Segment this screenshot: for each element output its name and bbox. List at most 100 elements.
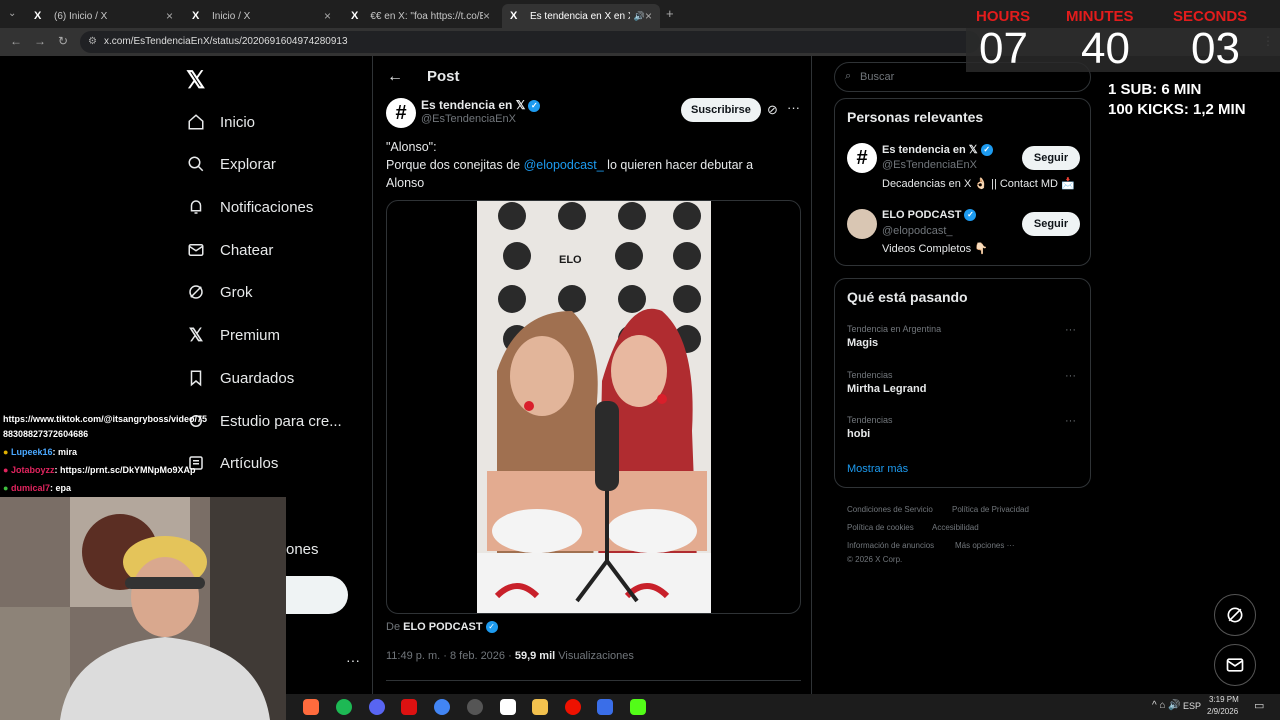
kicks-info: 100 KICKS: 1,2 MIN [1108, 101, 1246, 118]
show-more-link[interactable]: Mostrar más [847, 463, 908, 475]
browser-tab[interactable]: X €€ en X: "foa https://t.co/Ebs2l × [343, 4, 498, 28]
sub-info: 1 SUB: 6 MIN [1108, 81, 1202, 98]
badge-icon: ● [3, 465, 9, 475]
browser-tab[interactable]: X (6) Inicio / X × [26, 4, 181, 28]
nav-item-grok[interactable]: Grok [186, 278, 253, 306]
card-title: Personas relevantes [847, 109, 984, 125]
webcam-feed [0, 497, 286, 720]
browser-tab[interactable]: X Inicio / X × [184, 4, 339, 28]
nav-item-more[interactable]: ones [286, 535, 319, 563]
footer-link[interactable]: Información de anuncios [847, 541, 934, 550]
folder-icon[interactable] [532, 699, 548, 715]
opera-icon[interactable] [565, 699, 581, 715]
app-icon[interactable] [500, 699, 516, 715]
messages-fab[interactable] [1214, 644, 1256, 686]
nav-item-premium[interactable]: 𝕏 Premium [186, 321, 280, 349]
chat-message: ● Jotaboyzz: https://prnt.sc/DkYMNpMo9XA… [3, 465, 196, 475]
verified-icon: ✓ [485, 621, 498, 634]
site-info-icon[interactable]: ⚙ [88, 31, 97, 53]
x-logo-icon[interactable]: 𝕏 [186, 66, 205, 95]
person-handle[interactable]: @EsTendenciaEnX [882, 159, 977, 171]
nav-item-notificaciones[interactable]: Notificaciones [186, 193, 313, 221]
notification-icon[interactable]: ▭ [1254, 699, 1264, 712]
verified-icon: ✓ [964, 209, 977, 222]
avatar[interactable]: # [386, 98, 416, 128]
url-bar[interactable]: ⚙ x.com/EsTendenciaEnX/status/2020691604… [80, 31, 980, 53]
browser-tab-active[interactable]: X Es tendencia en X en X: ""A 🔊 × [502, 4, 660, 28]
nav-item-inicio[interactable]: Inicio [186, 108, 255, 136]
card-title: Qué está pasando [847, 289, 968, 305]
relevant-people-card: Personas relevantes # Es tendencia en 𝕏 ✓… [834, 98, 1091, 266]
more-icon[interactable]: ··· [787, 100, 800, 115]
more-icon[interactable]: ··· [1065, 370, 1076, 382]
reload-icon[interactable]: ↻ [58, 34, 68, 48]
footer-link[interactable]: Condiciones de Servicio [847, 505, 933, 514]
language-indicator[interactable]: ESP [1183, 701, 1201, 711]
grok-fab[interactable] [1214, 594, 1256, 636]
clock-date[interactable]: 2/9/2026 [1207, 707, 1238, 716]
app-icon[interactable] [303, 699, 319, 715]
x-logo-icon: X [510, 10, 518, 22]
close-icon[interactable]: × [324, 9, 331, 23]
app-icon[interactable] [401, 699, 417, 715]
person-name[interactable]: Es tendencia en 𝕏 ✓ [882, 143, 993, 157]
post-media[interactable]: ELO ELO [386, 200, 801, 614]
chat-message: ● dumical7: epa [3, 483, 71, 493]
mention-link[interactable]: @elopodcast_ [524, 158, 604, 172]
tray-icons[interactable]: ^ ⌂ 🔊 [1152, 700, 1181, 711]
author-handle[interactable]: @EsTendenciaEnX [421, 113, 516, 125]
video-frame[interactable]: ELO ELO [477, 201, 711, 613]
chrome-icon[interactable] [434, 699, 450, 715]
footer-link[interactable]: Más opciones ··· [955, 541, 1015, 550]
person-bio: Videos Completos 👇🏻 [882, 243, 988, 255]
trend-item[interactable]: Mirtha Legrand [847, 383, 926, 395]
search-icon [186, 154, 206, 174]
subscribe-button[interactable]: Suscribirse [681, 98, 761, 122]
home-icon [186, 112, 206, 132]
tab-list-icon[interactable]: ⌄ [8, 8, 16, 19]
footer-link[interactable]: Política de Privacidad [952, 505, 1029, 514]
clock-time[interactable]: 3:19 PM [1209, 695, 1239, 704]
forward-icon[interactable]: → [34, 34, 46, 48]
back-icon[interactable]: ← [10, 34, 22, 48]
footer-link[interactable]: Accesibilidad [932, 523, 979, 532]
nav-item-guardados[interactable]: Guardados [186, 364, 294, 392]
nav-item-articulos[interactable]: Artículos [186, 449, 278, 477]
speaker-icon[interactable]: 🔊 [634, 11, 645, 22]
trend-item[interactable]: hobi [847, 428, 870, 440]
app-icon[interactable] [597, 699, 613, 715]
kick-icon[interactable] [630, 699, 646, 715]
close-icon[interactable]: × [166, 9, 173, 23]
discord-icon[interactable] [369, 699, 385, 715]
more-icon[interactable]: ··· [1065, 415, 1076, 427]
grok-icon[interactable]: ⊘ [767, 102, 778, 118]
post-button[interactable] [286, 576, 348, 614]
x-logo-icon: X [192, 10, 200, 22]
close-icon[interactable]: × [483, 9, 490, 23]
more-icon[interactable]: ··· [1065, 324, 1076, 336]
avatar[interactable]: # [847, 143, 877, 173]
more-icon[interactable]: ··· [346, 652, 360, 668]
source-link[interactable]: ELO PODCAST [403, 621, 482, 633]
obs-icon[interactable] [467, 699, 483, 715]
avatar[interactable] [847, 209, 877, 239]
spotify-icon[interactable] [336, 699, 352, 715]
trend-item[interactable]: Magis [847, 337, 878, 349]
person-handle[interactable]: @elopodcast_ [882, 225, 953, 237]
author-name[interactable]: Es tendencia en 𝕏 ✓ [421, 98, 541, 112]
follow-button[interactable]: Seguir [1022, 146, 1080, 170]
nav-item-estudio[interactable]: Estudio para cre... [186, 407, 342, 435]
follow-button[interactable]: Seguir [1022, 212, 1080, 236]
person-name[interactable]: ELO PODCAST ✓ [882, 209, 977, 222]
nav-item-chatear[interactable]: Chatear [186, 236, 273, 264]
footer-link[interactable]: Política de cookies [847, 523, 914, 532]
close-icon[interactable]: × [645, 9, 652, 23]
person-bio: Decadencias en X 👌🏻 || Contact MD 📩 [882, 178, 1075, 190]
verified-icon: ✓ [528, 99, 541, 112]
back-arrow-icon[interactable]: ← [387, 68, 403, 86]
page-title: Post [427, 68, 460, 85]
nav-item-explorar[interactable]: Explorar [186, 150, 276, 178]
chat-message: 88308827372604686 [3, 429, 89, 439]
verified-icon: ✓ [980, 144, 993, 157]
new-tab-button[interactable]: + [666, 6, 674, 21]
